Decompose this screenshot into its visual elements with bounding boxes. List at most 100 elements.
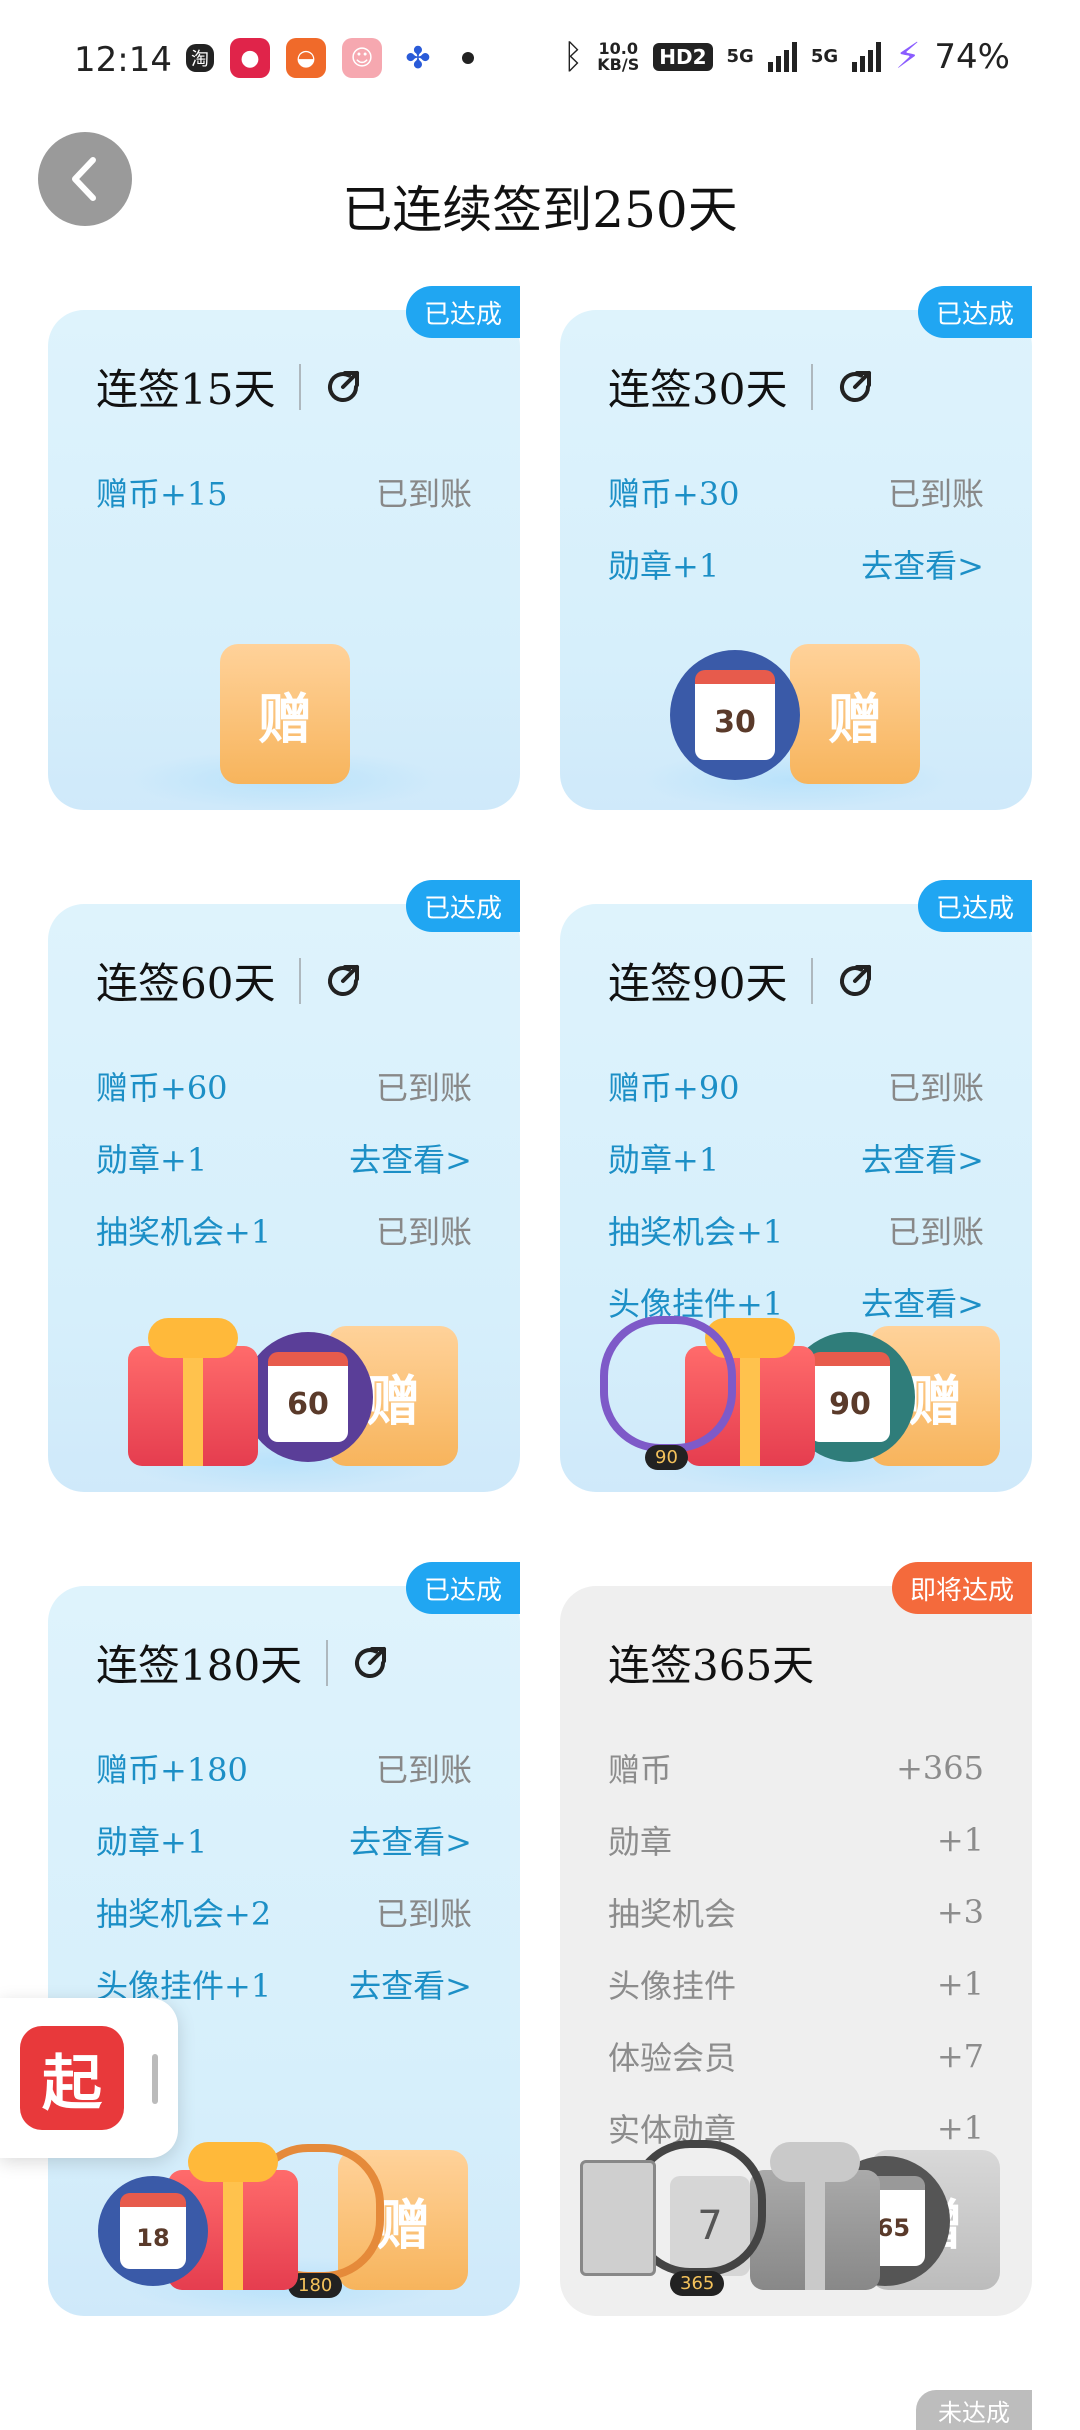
game-app-icon: ☺ [342, 38, 382, 78]
signal-icon [767, 41, 797, 72]
card-title-text: 连签15天 [96, 365, 276, 414]
reward-label: 勋章+1 [96, 1823, 208, 1861]
divider [299, 363, 302, 410]
signal-icon-2 [852, 41, 882, 72]
view-link[interactable]: 去查看> [861, 541, 984, 587]
status-badge: 已达成 [405, 286, 520, 338]
reward-label: 赠币+15 [96, 475, 228, 513]
charging-icon: ⚡ [895, 36, 921, 77]
status-badge: 已达成 [405, 1562, 520, 1614]
hd-icon: HD2 [653, 42, 713, 71]
reward-row: 抽奖机会 +3 [608, 1876, 984, 1948]
streak-card-15: 已达成 连签15天 赠币+15 已到账 赠 [48, 286, 520, 810]
reward-row: 抽奖机会+1 已到账 [608, 1194, 984, 1266]
reward-label: 赠币 [608, 1751, 673, 1789]
medal-number: 30 [714, 704, 756, 740]
reward-illustration: 赠 90 90 [560, 1312, 1032, 1492]
reward-label: 勋章+1 [608, 547, 720, 585]
reward-status: 已到账 [887, 1213, 984, 1251]
reward-illustration: 赠 [48, 630, 520, 810]
medal-number: 18 [136, 2224, 170, 2252]
net2-label: 5G [810, 46, 839, 67]
net1-label: 5G [726, 46, 754, 67]
share-icon[interactable] [323, 367, 363, 407]
card-title-text: 连签30天 [608, 365, 788, 414]
reward-label: 抽奖机会+2 [96, 1895, 272, 1933]
share-icon[interactable] [350, 1643, 390, 1683]
status-time: 12:14 [74, 40, 172, 80]
streak-card-60: 已达成 连签60天 赠币+60 已到账 勋章+1 去查看> 抽奖机会+1 已到账… [48, 880, 520, 1492]
medal-number: 60 [287, 1386, 329, 1422]
view-link[interactable]: 去查看> [349, 1817, 472, 1863]
share-icon[interactable] [835, 367, 875, 407]
status-badge: 已达成 [405, 880, 520, 932]
reward-list: 赠币+60 已到账 勋章+1 去查看> 抽奖机会+1 已到账 [96, 1050, 472, 1266]
avatar-frame-icon [600, 1316, 736, 1452]
reward-row: 抽奖机会+1 已到账 [96, 1194, 472, 1266]
medal-icon: 30 [670, 650, 800, 780]
reward-amount: +1 [936, 1821, 984, 1859]
reward-row[interactable]: 勋章+1 去查看> [96, 1122, 472, 1194]
reward-illustration: 赠 180 18 [48, 2136, 520, 2316]
coin-ticket-icon: 赠 [790, 644, 920, 784]
food-app-icon: ◒ [286, 38, 326, 78]
notification-icons: 淘 ● ◒ ☺ ✤ [186, 38, 474, 78]
reward-label: 抽奖机会+1 [608, 1213, 784, 1251]
reward-label: 勋章+1 [96, 1141, 208, 1179]
status-badge: 即将达成 [891, 1562, 1032, 1614]
drag-handle[interactable] [152, 2054, 158, 2104]
reward-label: 体验会员 [608, 2039, 737, 2077]
battery-percent: 74% [934, 36, 1010, 77]
reward-row: 赠币 +365 [608, 1732, 984, 1804]
reward-row: 赠币+90 已到账 [608, 1050, 984, 1122]
divider [299, 957, 302, 1004]
reward-list: 赠币+30 已到账 勋章+1 去查看> [608, 456, 984, 600]
status-bar: 12:14 淘 ● ◒ ☺ ✤ ᛒ 10.0 KB/S HD2 5G 5G ⚡ … [0, 0, 1080, 120]
reward-status: 已到账 [375, 1069, 472, 1107]
card-title-text: 连签90天 [608, 959, 788, 1008]
share-icon[interactable] [835, 961, 875, 1001]
streak-card-180: 已达成 连签180天 赠币+180 已到账 勋章+1 去查看> 抽奖机会+2 已… [48, 1562, 520, 2316]
floating-app-button[interactable]: 起 [0, 1998, 178, 2158]
network-speed: 10.0 KB/S [597, 40, 640, 74]
reward-status: 已到账 [375, 1895, 472, 1933]
view-link[interactable]: 去查看> [349, 1961, 472, 2007]
reward-row: 赠币+30 已到账 [608, 456, 984, 528]
share-icon[interactable] [323, 961, 363, 1001]
page-title: 已连续签到250天 [342, 181, 738, 239]
reward-list: 赠币 +365 勋章 +1 抽奖机会 +3 头像挂件 +1 体验会员 +7 实体… [608, 1732, 984, 2164]
reward-row: 头像挂件 +1 [608, 1948, 984, 2020]
reward-status: 已到账 [375, 475, 472, 513]
reward-row: 体验会员 +7 [608, 2020, 984, 2092]
medal-icon: 18 [98, 2176, 208, 2286]
view-link[interactable]: 去查看> [861, 1135, 984, 1181]
reward-list: 赠币+90 已到账 勋章+1 去查看> 抽奖机会+1 已到账 头像挂件+1 去查… [608, 1050, 984, 1338]
reward-row: 勋章 +1 [608, 1804, 984, 1876]
card-title-text: 连签365天 [608, 1641, 815, 1690]
streak-card-365: 即将达成 连签365天 赠币 +365 勋章 +1 抽奖机会 +3 头像挂件 +… [560, 1562, 1032, 2316]
reward-amount: +1 [936, 1965, 984, 2003]
reward-status: 已到账 [375, 1751, 472, 1789]
avatar-frame-label: 365 [670, 2271, 725, 2296]
speed-unit: KB/S [597, 54, 640, 74]
reward-status: 已到账 [887, 475, 984, 513]
card-title: 连签180天 [96, 1632, 390, 1693]
calendar-icon: 18 [120, 2193, 186, 2269]
view-link[interactable]: 去查看> [349, 1135, 472, 1181]
reward-label: 头像挂件 [608, 1967, 737, 2005]
baidu-icon: ✤ [398, 38, 438, 78]
reward-list: 赠币+15 已到账 [96, 456, 472, 528]
card-title: 连签90天 [608, 950, 875, 1011]
reward-status: 已到账 [375, 1213, 472, 1251]
reward-row[interactable]: 勋章+1 去查看> [96, 1804, 472, 1876]
reward-label: 抽奖机会 [608, 1895, 737, 1933]
physical-medal-icon [580, 2160, 656, 2276]
reward-row[interactable]: 勋章+1 去查看> [608, 1122, 984, 1194]
medal-number: 90 [829, 1386, 871, 1422]
gift-icon [128, 1318, 258, 1466]
reward-amount: +365 [896, 1749, 984, 1787]
reward-row[interactable]: 勋章+1 去查看> [608, 528, 984, 600]
reward-illustration: 赠 60 [48, 1312, 520, 1492]
streak-card-90: 已达成 连签90天 赠币+90 已到账 勋章+1 去查看> 抽奖机会+1 已到账… [560, 880, 1032, 1492]
medal-icon: 60 [243, 1332, 373, 1462]
